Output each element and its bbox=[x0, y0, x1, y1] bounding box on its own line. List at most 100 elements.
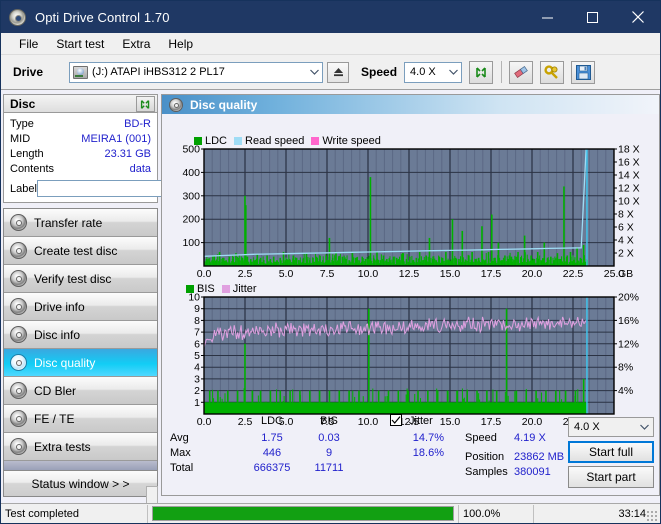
toolbar-divider bbox=[501, 61, 503, 83]
legend-label-read-speed: Read speed bbox=[245, 135, 305, 147]
window-controls bbox=[525, 1, 660, 33]
progress-fill bbox=[153, 507, 453, 520]
close-button[interactable] bbox=[615, 1, 660, 33]
sidebar-item-extra-tests[interactable]: Extra tests bbox=[4, 433, 157, 461]
sidebar-item-label: FE / TE bbox=[34, 411, 75, 426]
start-full-button[interactable]: Start full bbox=[568, 441, 654, 463]
speed-select[interactable]: 4.0 X bbox=[404, 61, 463, 83]
svg-text:7.5: 7.5 bbox=[320, 268, 335, 280]
resize-grip-icon[interactable] bbox=[646, 510, 658, 522]
stats-row-max-label: Max bbox=[170, 447, 191, 459]
svg-text:8 X: 8 X bbox=[618, 209, 634, 221]
svg-text:10 X: 10 X bbox=[618, 196, 640, 208]
drive-select[interactable]: (J:) ATAPI iHBS312 2 PL17 bbox=[69, 61, 324, 83]
menu-start-test[interactable]: Start test bbox=[47, 35, 113, 53]
jitter-checkbox[interactable] bbox=[390, 414, 402, 426]
disc-row-mid: MID MEIRA1 (001) bbox=[10, 132, 151, 147]
sidebar-item-label: Transfer rate bbox=[34, 215, 103, 230]
disc-icon bbox=[10, 410, 27, 427]
sidebar-item-verify-test-disc[interactable]: Verify test disc bbox=[4, 265, 157, 293]
top-chart[interactable]: 0.0 2.5 5.0 7.5 10.0 12.5 15.0 17.5 20.0 22.5 25.0… bbox=[162, 133, 661, 285]
app-window: Opti Drive Control 1.70 File Start test … bbox=[0, 0, 661, 524]
svg-text:12 X: 12 X bbox=[618, 183, 640, 195]
test-speed-select[interactable]: 4.0 X bbox=[568, 417, 654, 437]
status-message: Test completed bbox=[5, 507, 79, 520]
svg-text:20%: 20% bbox=[618, 292, 639, 304]
start-part-label: Start part bbox=[586, 470, 636, 484]
stats-area: LDC BIS Jitter Avg 1.75 0.03 14.7% Max 4… bbox=[162, 413, 661, 497]
disc-refresh-button[interactable] bbox=[136, 96, 155, 112]
stats-header-jitter: Jitter bbox=[409, 415, 433, 427]
save-button[interactable] bbox=[571, 60, 596, 84]
start-part-button[interactable]: Start part bbox=[568, 466, 654, 488]
svg-text:2 X: 2 X bbox=[618, 248, 634, 260]
sidebar-item-label: CD Bler bbox=[34, 383, 77, 398]
status-window-button[interactable]: Status window > > bbox=[4, 471, 157, 496]
svg-text:12%: 12% bbox=[618, 338, 639, 350]
disc-quality-icon bbox=[169, 97, 183, 112]
speed-stat-value: 4.19 X bbox=[514, 432, 546, 444]
chevron-down-icon bbox=[445, 63, 461, 82]
sidebar-item-transfer-rate[interactable]: Transfer rate bbox=[4, 209, 157, 237]
minimize-button[interactable] bbox=[525, 1, 570, 33]
svg-text:1: 1 bbox=[194, 397, 200, 409]
position-value: 23862 MB bbox=[514, 451, 565, 463]
tools-button[interactable] bbox=[540, 60, 565, 84]
legend-label-write-speed: Write speed bbox=[322, 135, 381, 147]
disc-panel-body: Type BD-R MID MEIRA1 (001) Length 23.31 … bbox=[3, 113, 240, 203]
svg-text:4: 4 bbox=[194, 362, 200, 374]
stats-avg-ldc: 1.75 bbox=[261, 432, 283, 444]
svg-text:16%: 16% bbox=[618, 315, 639, 327]
status-window-label: Status window > > bbox=[31, 476, 130, 491]
disc-icon bbox=[9, 8, 26, 26]
sidebar-item-create-test-disc[interactable]: Create test disc bbox=[4, 237, 157, 265]
stats-header-bis: BIS bbox=[320, 415, 338, 427]
menu-bar: File Start test Extra Help bbox=[1, 33, 660, 55]
legend-item-write-speed: Write speed bbox=[311, 135, 381, 147]
samples-value: 380091 bbox=[514, 466, 551, 478]
stats-header-ldc: LDC bbox=[260, 415, 283, 427]
maximize-button[interactable] bbox=[570, 1, 615, 33]
bottom-chart[interactable]: 0.02.55.07.510.012.515.017.520.022.525.0… bbox=[162, 281, 661, 434]
menu-file[interactable]: File bbox=[10, 35, 47, 53]
disc-mid-value: MEIRA1 (001) bbox=[81, 133, 151, 145]
disc-contents-label: Contents bbox=[10, 163, 55, 175]
stats-avg-jitter: 14.7% bbox=[412, 432, 444, 444]
legend-label-ldc: LDC bbox=[205, 135, 228, 147]
sidebar-item-fe-te[interactable]: FE / TE bbox=[4, 405, 157, 433]
menu-help[interactable]: Help bbox=[159, 35, 202, 53]
refresh-button[interactable] bbox=[469, 60, 494, 84]
sidebar-item-cd-bler[interactable]: CD Bler bbox=[4, 377, 157, 405]
disc-icon bbox=[10, 326, 27, 343]
svg-text:2: 2 bbox=[194, 385, 200, 397]
disc-label-row: Label bbox=[10, 180, 240, 197]
drive-select-value: (J:) ATAPI iHBS312 2 PL17 bbox=[92, 66, 225, 78]
svg-text:200: 200 bbox=[182, 214, 200, 226]
top-chart-legend: LDC Read speed Write speed bbox=[194, 135, 384, 147]
speed-label: Speed bbox=[361, 65, 398, 79]
svg-text:20.0: 20.0 bbox=[522, 268, 543, 280]
position-label: Position bbox=[465, 451, 505, 463]
sidebar-item-disc-info[interactable]: Disc info bbox=[4, 321, 157, 349]
eraser-button[interactable] bbox=[509, 60, 534, 84]
drive-label: Drive bbox=[13, 65, 44, 79]
disc-mid-label: MID bbox=[10, 133, 31, 145]
disc-icon bbox=[10, 298, 27, 315]
sidebar-item-disc-quality[interactable]: Disc quality bbox=[4, 349, 157, 377]
svg-text:16 X: 16 X bbox=[618, 157, 640, 169]
title-bar: Opti Drive Control 1.70 bbox=[1, 1, 660, 33]
svg-text:14 X: 14 X bbox=[618, 170, 640, 182]
elapsed-time: 33:14 bbox=[618, 507, 646, 520]
disc-icon bbox=[10, 242, 27, 259]
disc-type-label: Type bbox=[10, 118, 34, 130]
sidebar-spacer bbox=[4, 461, 157, 471]
progress-cell bbox=[148, 504, 458, 524]
menu-extra[interactable]: Extra bbox=[113, 35, 159, 53]
main-panel: Disc quality LDC Read speed Write speed … bbox=[161, 94, 660, 496]
eject-button[interactable] bbox=[327, 61, 350, 83]
legend-item-jitter: Jitter bbox=[221, 283, 257, 295]
svg-text:12.5: 12.5 bbox=[399, 268, 420, 280]
svg-text:15.0: 15.0 bbox=[440, 268, 461, 280]
sidebar-scrollbar[interactable] bbox=[146, 486, 158, 504]
sidebar-item-drive-info[interactable]: Drive info bbox=[4, 293, 157, 321]
